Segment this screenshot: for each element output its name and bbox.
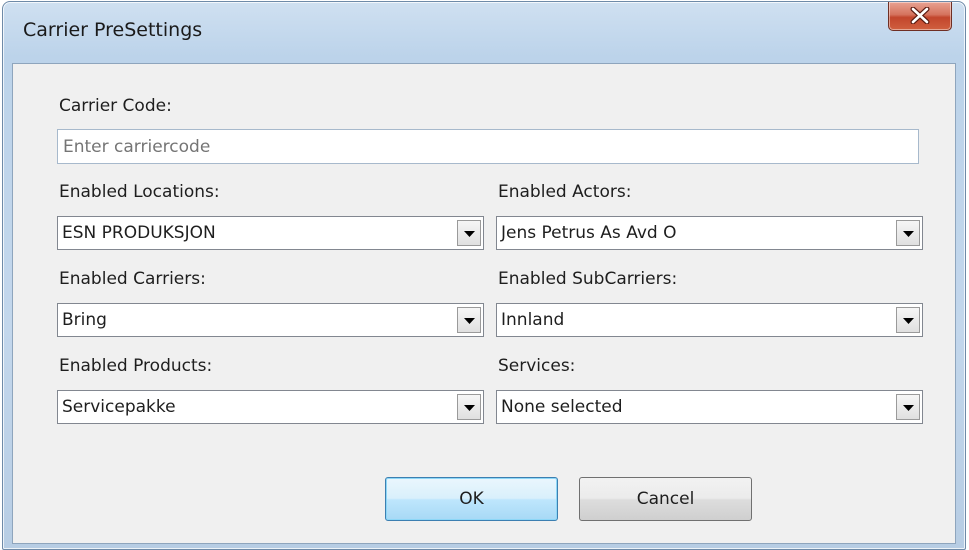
chevron-down-icon — [464, 231, 475, 237]
services-label: Services: — [498, 356, 576, 376]
enabled-actors-value: Jens Petrus As Avd O — [501, 223, 677, 243]
enabled-actors-dropdown-button[interactable] — [896, 220, 920, 246]
ok-button[interactable]: OK — [385, 477, 558, 521]
enabled-carriers-select[interactable]: Bring — [57, 303, 484, 337]
enabled-subcarriers-dropdown-button[interactable] — [896, 307, 920, 333]
window-title: Carrier PreSettings — [23, 19, 203, 41]
close-button[interactable] — [888, 2, 952, 31]
chevron-down-icon — [464, 405, 475, 411]
carrier-code-input[interactable] — [57, 129, 919, 164]
enabled-locations-value: ESN PRODUKSJON — [62, 223, 216, 243]
dialog-window: Carrier PreSettings Carrier Code: Enable… — [2, 1, 966, 550]
carrier-code-label: Carrier Code: — [59, 96, 172, 116]
dialog-content: Carrier Code: Enabled Locations: ESN PRO… — [12, 63, 956, 544]
enabled-products-value: Servicepakke — [62, 397, 176, 417]
enabled-locations-dropdown-button[interactable] — [457, 220, 481, 246]
chevron-down-icon — [903, 405, 914, 411]
enabled-products-dropdown-button[interactable] — [457, 394, 481, 420]
services-select[interactable]: None selected — [496, 390, 923, 424]
services-value: None selected — [501, 397, 623, 417]
enabled-actors-label: Enabled Actors: — [498, 182, 632, 202]
enabled-locations-label: Enabled Locations: — [59, 182, 220, 202]
close-icon — [910, 7, 930, 24]
enabled-actors-select[interactable]: Jens Petrus As Avd O — [496, 216, 923, 250]
enabled-subcarriers-label: Enabled SubCarriers: — [498, 269, 678, 289]
chevron-down-icon — [903, 318, 914, 324]
chevron-down-icon — [464, 318, 475, 324]
enabled-products-label: Enabled Products: — [59, 356, 213, 376]
services-dropdown-button[interactable] — [896, 394, 920, 420]
enabled-subcarriers-select[interactable]: Innland — [496, 303, 923, 337]
enabled-subcarriers-value: Innland — [501, 310, 565, 330]
chevron-down-icon — [903, 231, 914, 237]
enabled-carriers-dropdown-button[interactable] — [457, 307, 481, 333]
enabled-products-select[interactable]: Servicepakke — [57, 390, 484, 424]
enabled-carriers-label: Enabled Carriers: — [59, 269, 206, 289]
enabled-carriers-value: Bring — [62, 310, 107, 330]
enabled-locations-select[interactable]: ESN PRODUKSJON — [57, 216, 484, 250]
cancel-button[interactable]: Cancel — [579, 477, 752, 521]
